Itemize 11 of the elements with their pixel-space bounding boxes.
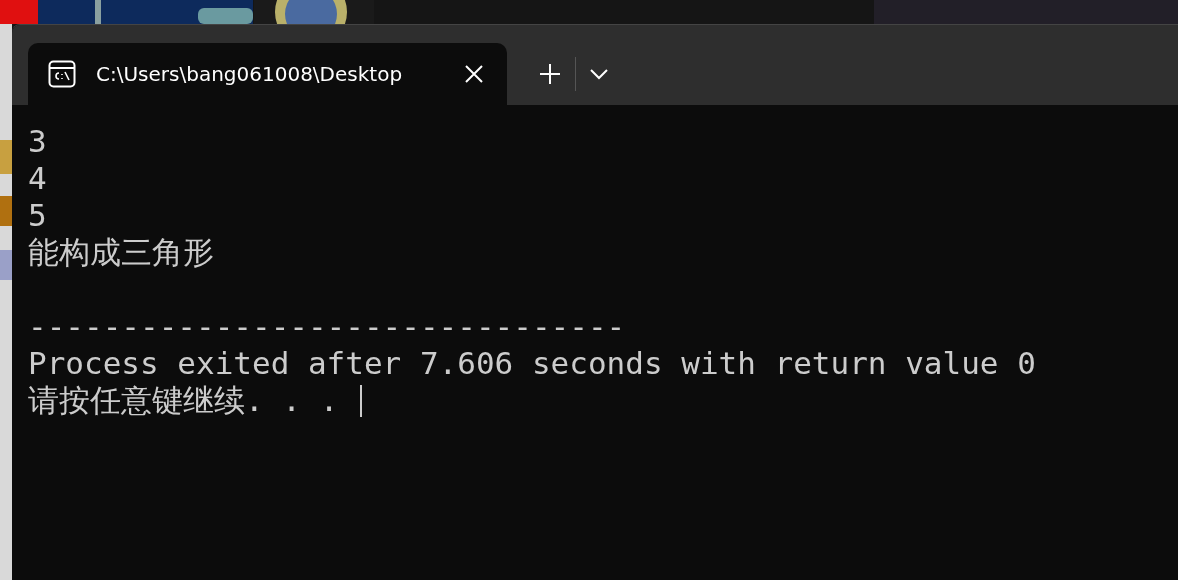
output-line: -------------------------------- [28, 308, 626, 345]
command-prompt-icon [48, 60, 76, 88]
output-line: 请按任意键继续. . . [28, 382, 339, 419]
output-line: 5 [28, 197, 47, 234]
tab-title: C:\Users\bang061008\Desktop [96, 62, 404, 86]
text-cursor [360, 384, 363, 417]
output-line: 3 [28, 123, 47, 160]
output-line: 能构成三角形 [28, 234, 214, 271]
output-line: 4 [28, 160, 47, 197]
output-line: Process exited after 7.606 seconds with return value 0 [28, 345, 1036, 382]
terminal-tab[interactable]: C:\Users\bang061008\Desktop [28, 43, 507, 105]
